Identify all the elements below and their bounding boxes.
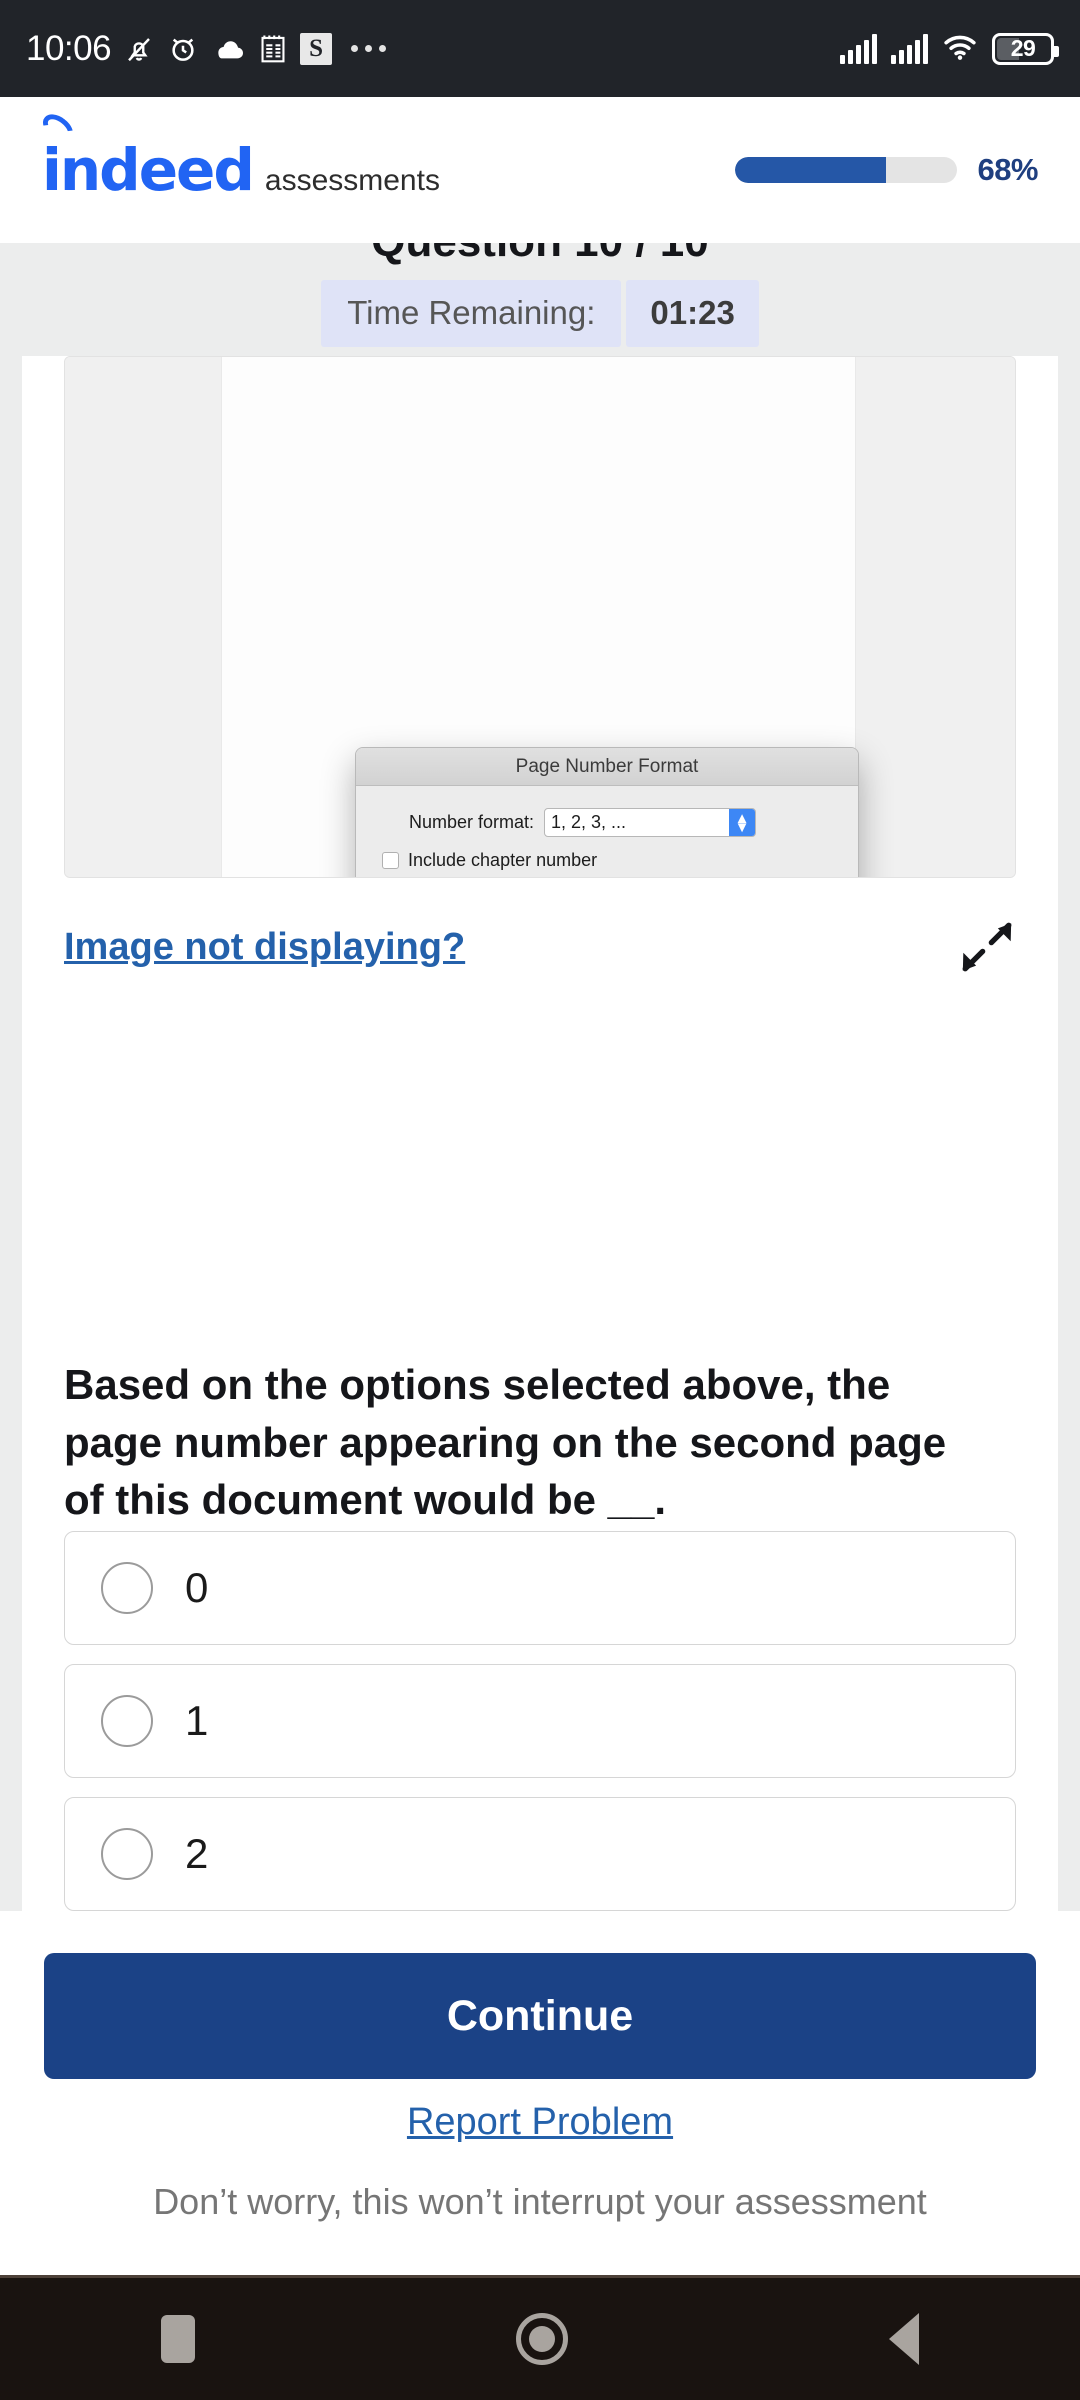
home-circle-icon[interactable] (515, 2313, 568, 2365)
signal-icon (840, 33, 877, 64)
overflow-dots-icon (351, 45, 387, 52)
s-badge-icon: S (300, 32, 333, 65)
bell-muted-icon (124, 33, 154, 65)
option-label-2: 2 (185, 1830, 209, 1877)
option-label-1: 1 (185, 1697, 209, 1744)
wifi-icon (942, 32, 978, 65)
option-1[interactable]: 1 (64, 1664, 1016, 1778)
question-card: Page Number Format Number format: 1, 2, … (22, 356, 1058, 1911)
phone-screen: 10:06 S 29 indeed assessments 68% Time R… (0, 0, 1080, 2400)
app-header: indeed assessments 68% (0, 97, 1080, 243)
progress-area: 68% (735, 152, 1038, 188)
image-right-panel (855, 357, 1015, 877)
option-radio-1[interactable] (101, 1695, 153, 1747)
image-link-row: Image not displaying? (64, 918, 1016, 976)
progress-bar (735, 157, 958, 183)
question-image[interactable]: Page Number Format Number format: 1, 2, … (64, 356, 1016, 878)
dialog-title: Page Number Format (356, 748, 858, 786)
footer-actions: Continue Report Problem Don’t worry, thi… (0, 1911, 1080, 2275)
option-2[interactable]: 2 (64, 1797, 1016, 1911)
option-radio-0[interactable] (101, 1562, 153, 1614)
number-format-label: Number format: (408, 812, 534, 832)
option-label-0: 0 (185, 1564, 209, 1611)
notepad-icon (259, 33, 287, 65)
status-bar-left: 10:06 S (26, 29, 840, 69)
image-left-panel (65, 357, 222, 877)
reassurance-text: Don’t worry, this won’t interrupt your a… (153, 2181, 927, 2222)
indeed-logo: indeed assessments (37, 108, 735, 199)
report-problem-link[interactable]: Report Problem (0, 2101, 1080, 2144)
battery-level: 29 (1010, 35, 1036, 61)
battery-icon: 29 (992, 32, 1059, 65)
quiz-scroll-area[interactable]: Question 10 / 10 Time Remaining: 01:23 P… (0, 243, 1080, 1911)
image-not-displaying-link[interactable]: Image not displaying? (64, 926, 465, 969)
expand-icon[interactable] (958, 918, 1016, 976)
number-format-row: Number format: 1, 2, 3, ... ▲ ▼ (382, 808, 832, 837)
brand-subtitle: assessments (264, 164, 440, 197)
status-bar: 10:06 S 29 (0, 0, 1080, 97)
timer-label: Time Remaining: (321, 280, 622, 347)
brand-text: indeed (42, 136, 255, 204)
number-format-select[interactable]: 1, 2, 3, ... ▲ ▼ (544, 808, 756, 837)
brand-name: indeed (37, 108, 255, 199)
include-chapter-checkbox[interactable] (382, 852, 399, 869)
include-chapter-label: Include chapter number (408, 850, 598, 870)
chevron-updown-icon: ▲ ▼ (729, 809, 755, 836)
continue-button[interactable]: Continue (44, 1953, 1036, 2079)
include-chapter-row[interactable]: Include chapter number (382, 850, 832, 871)
back-triangle-icon[interactable] (889, 2313, 920, 2365)
question-counter: Question 10 / 10 (0, 243, 1080, 267)
dialog-body: Number format: 1, 2, 3, ... ▲ ▼ Include c… (356, 786, 858, 877)
cloud-icon (212, 37, 246, 61)
page-number-format-dialog: Page Number Format Number format: 1, 2, … (355, 747, 859, 877)
signal-icon-2 (891, 33, 928, 64)
option-radio-2[interactable] (101, 1828, 153, 1880)
timer-value: 01:23 (626, 280, 759, 347)
progress-fill (735, 157, 887, 183)
progress-percent: 68% (977, 152, 1038, 187)
number-format-value: 1, 2, 3, ... (551, 812, 627, 832)
option-0[interactable]: 0 (64, 1531, 1016, 1645)
android-nav-bar (0, 2275, 1080, 2400)
recents-square-icon[interactable] (160, 2315, 195, 2363)
status-time: 10:06 (26, 28, 112, 68)
answer-options: 0 1 2 3 (64, 1531, 1016, 1911)
alarm-icon (167, 33, 199, 65)
status-bar-right: 29 (840, 32, 1059, 65)
timer-bar: Time Remaining: 01:23 (0, 280, 1080, 347)
question-text: Based on the options selected above, the… (64, 1361, 947, 1524)
